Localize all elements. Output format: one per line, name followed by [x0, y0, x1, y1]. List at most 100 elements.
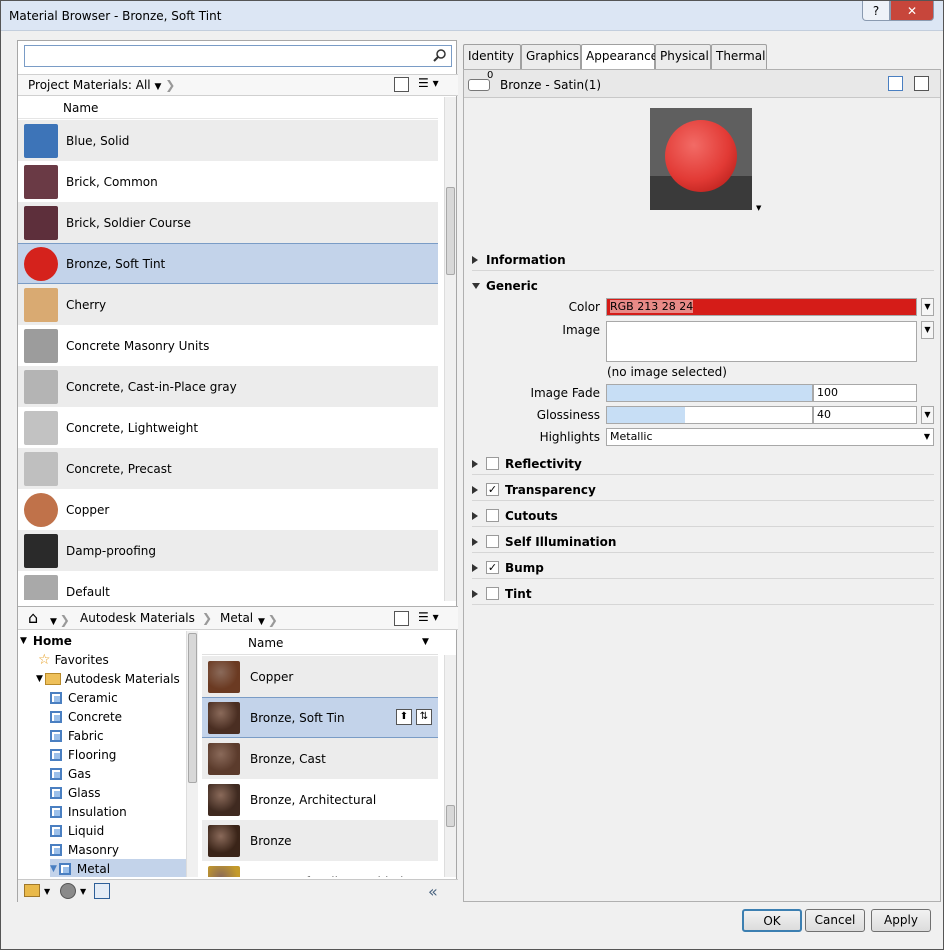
- tree-item-fabric[interactable]: Fabric: [50, 726, 104, 745]
- list-item[interactable]: Bronze, Soft Tin ⬆ ⇅: [202, 697, 438, 738]
- tree-item-glass[interactable]: Glass: [50, 783, 101, 802]
- tree-item-flooring[interactable]: Flooring: [50, 745, 116, 764]
- name-column-header[interactable]: Name: [248, 636, 283, 650]
- chevron-down-icon[interactable]: ▼: [44, 887, 50, 896]
- list-item[interactable]: Bronze, Cast: [202, 738, 438, 779]
- list-item[interactable]: Cherry: [18, 284, 438, 325]
- section-bump[interactable]: ✓ Bump: [472, 557, 934, 579]
- chevron-down-icon[interactable]: ▼ ❯: [258, 613, 278, 627]
- chevron-down-icon[interactable]: ▼ ❯: [50, 613, 70, 627]
- self-illumination-checkbox[interactable]: [486, 535, 499, 548]
- expand-arrow-icon[interactable]: ▼: [20, 636, 27, 646]
- preview-options-icon[interactable]: ▼: [756, 204, 761, 212]
- apply-button[interactable]: Apply: [871, 909, 931, 932]
- section-self-illumination[interactable]: Self Illumination: [472, 531, 934, 553]
- list-item[interactable]: Copper: [202, 656, 438, 697]
- home-icon[interactable]: ⌂: [28, 608, 38, 627]
- image-fade-value[interactable]: 100: [813, 384, 917, 402]
- expand-arrow-icon[interactable]: ▼: [36, 674, 43, 684]
- cancel-button[interactable]: Cancel: [805, 909, 865, 932]
- tree-item-ceramic[interactable]: Ceramic: [50, 688, 118, 707]
- ok-button[interactable]: OK: [742, 909, 802, 932]
- close-button[interactable]: ✕: [890, 1, 934, 21]
- tab-appearance[interactable]: Appearance: [581, 44, 658, 70]
- glossiness-value[interactable]: 40: [813, 406, 917, 424]
- list-item[interactable]: Concrete, Cast-in-Place gray: [18, 366, 438, 407]
- name-column-header[interactable]: Name: [63, 101, 98, 115]
- scrollbar-thumb[interactable]: [446, 187, 455, 275]
- image-field[interactable]: [606, 321, 917, 362]
- tab-physical[interactable]: Physical: [655, 44, 711, 69]
- help-button[interactable]: ?: [862, 1, 890, 21]
- duplicate-asset-icon[interactable]: [914, 76, 929, 91]
- section-generic[interactable]: Generic: [472, 275, 934, 297]
- breadcrumb-metal[interactable]: Metal: [220, 611, 253, 625]
- cutouts-checkbox[interactable]: [486, 509, 499, 522]
- color-dropdown-icon[interactable]: ▼: [921, 298, 934, 316]
- tree-item-metal[interactable]: ▼ Metal: [50, 859, 187, 877]
- material-editor-icon[interactable]: [94, 883, 110, 899]
- list-item[interactable]: Bronze, Architectural: [202, 779, 438, 820]
- section-reflectivity[interactable]: Reflectivity: [472, 453, 934, 475]
- replace-asset-icon[interactable]: [888, 76, 903, 91]
- reflectivity-checkbox[interactable]: [486, 457, 499, 470]
- expand-arrow-icon[interactable]: ▼: [50, 864, 57, 874]
- list-item[interactable]: Default: [18, 571, 438, 600]
- list-item[interactable]: Brick, Soldier Course: [18, 202, 438, 243]
- breadcrumb-autodesk-materials[interactable]: Autodesk Materials: [80, 611, 195, 625]
- tree-item-favorites[interactable]: ☆ Favorites: [36, 650, 109, 669]
- list-item[interactable]: Bronze: [202, 820, 438, 861]
- glossiness-dropdown-icon[interactable]: ▼: [921, 406, 934, 424]
- tree-item-masonry[interactable]: Masonry: [50, 840, 119, 859]
- list-item[interactable]: Damp-proofing: [18, 530, 438, 571]
- tab-thermal[interactable]: Thermal: [711, 44, 767, 69]
- chevron-down-icon[interactable]: ▼: [422, 637, 429, 647]
- list-item[interactable]: Blue, Solid: [18, 120, 438, 161]
- search-text[interactable]: [28, 46, 428, 64]
- chevron-down-icon[interactable]: ▼: [80, 887, 86, 896]
- title-bar[interactable]: Material Browser - Bronze, Soft Tint ? ✕: [1, 1, 943, 31]
- checkmark-icon[interactable]: ✓: [486, 561, 499, 574]
- list-item[interactable]: Brass, Soft Yellow Welded: [202, 861, 438, 877]
- list-item[interactable]: Brick, Common: [18, 161, 438, 202]
- tree-scrollbar[interactable]: [186, 631, 198, 877]
- scrollbar-thumb[interactable]: [188, 633, 197, 783]
- create-material-icon[interactable]: [60, 883, 76, 899]
- list-item[interactable]: Concrete Masonry Units: [18, 325, 438, 366]
- list-item[interactable]: Concrete, Lightweight: [18, 407, 438, 448]
- panel-toggle-icon[interactable]: [394, 611, 409, 626]
- search-icon[interactable]: [433, 48, 447, 62]
- color-field[interactable]: RGB 213 28 24: [606, 298, 917, 316]
- tint-checkbox[interactable]: [486, 587, 499, 600]
- tree-item-home[interactable]: ▼ Home: [18, 631, 72, 650]
- search-input[interactable]: [24, 45, 452, 67]
- checkmark-icon[interactable]: ✓: [486, 483, 499, 496]
- tree-item-insulation[interactable]: Insulation: [50, 802, 127, 821]
- add-to-document-icon[interactable]: ⬆: [396, 709, 412, 725]
- tree-item-concrete[interactable]: Concrete: [50, 707, 122, 726]
- library-folder-icon[interactable]: [24, 884, 40, 897]
- replace-icon[interactable]: ⇅: [416, 709, 432, 725]
- tab-identity[interactable]: Identity: [463, 44, 521, 69]
- scrollbar-thumb[interactable]: [446, 805, 455, 827]
- view-options-icon[interactable]: ☰ ▾: [418, 76, 439, 90]
- tree-item-liquid[interactable]: Liquid: [50, 821, 104, 840]
- panel-toggle-icon[interactable]: [394, 77, 409, 92]
- appearance-preview[interactable]: [650, 108, 752, 210]
- project-list-header[interactable]: Name: [18, 97, 438, 119]
- section-cutouts[interactable]: Cutouts: [472, 505, 934, 527]
- tree-item-gas[interactable]: Gas: [50, 764, 91, 783]
- tab-graphics[interactable]: Graphics: [521, 44, 581, 69]
- image-dropdown-icon[interactable]: ▼: [921, 321, 934, 339]
- project-filter-dropdown[interactable]: Project Materials: All ▼ ❯: [28, 78, 175, 92]
- highlights-select[interactable]: Metallic ▼: [606, 428, 934, 446]
- view-options-icon[interactable]: ☰ ▾: [418, 610, 439, 624]
- image-fade-slider[interactable]: [606, 384, 813, 402]
- section-information[interactable]: Information: [472, 249, 934, 271]
- library-list-scrollbar[interactable]: [444, 655, 456, 877]
- project-list-scrollbar[interactable]: [444, 97, 456, 601]
- section-transparency[interactable]: ✓ Transparency: [472, 479, 934, 501]
- tree-item-autodesk-materials[interactable]: ▼Autodesk Materials🔒: [36, 669, 187, 688]
- list-item[interactable]: Bronze, Soft Tint: [18, 243, 438, 284]
- section-tint[interactable]: Tint: [472, 583, 934, 605]
